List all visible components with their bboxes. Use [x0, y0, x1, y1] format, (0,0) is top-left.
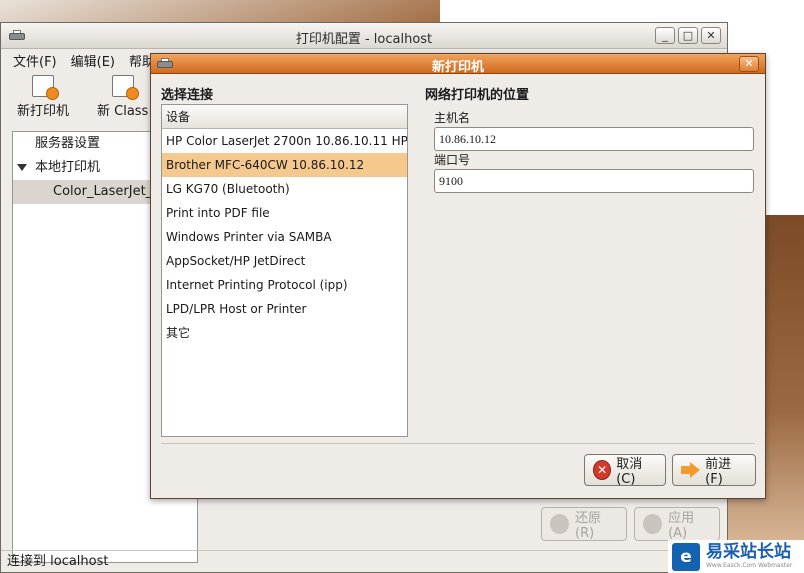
device-row[interactable]: Windows Printer via SAMBA	[162, 225, 407, 249]
device-row[interactable]: 其它	[162, 321, 407, 345]
maximize-button[interactable]: □	[678, 27, 698, 44]
apply-label: 应用(A)	[668, 511, 695, 541]
apply-check-icon	[643, 514, 663, 534]
new-class-button[interactable]: 新 Class	[97, 75, 148, 119]
menu-edit[interactable]: 编辑(E)	[71, 51, 115, 70]
dialog-close-button[interactable]: ✕	[739, 56, 759, 72]
port-input[interactable]: 9100	[434, 169, 754, 193]
port-label: 端口号	[434, 153, 471, 167]
device-column-header[interactable]: 设备	[162, 105, 407, 129]
watermark-text: 易采站长站 Www.Easck.Com Webmaster	[706, 543, 792, 570]
window-controls: _ □ ✕	[655, 27, 721, 44]
close-button[interactable]: ✕	[701, 27, 721, 44]
revert-icon	[550, 514, 570, 534]
new-printer-dialog: 新打印机 ✕ 选择连接 设备 HP Color LaserJet 2700n 1…	[150, 53, 766, 499]
revert-button[interactable]: 还原(R)	[541, 507, 627, 541]
watermark: e 易采站长站 Www.Easck.Com Webmaster	[668, 540, 804, 573]
forward-arrow-icon	[681, 462, 701, 478]
select-connection-heading: 选择连接	[161, 88, 214, 103]
revert-label: 还原(R)	[575, 511, 602, 541]
cancel-button[interactable]: ✕ 取消(C)	[584, 454, 666, 487]
device-row-selected[interactable]: Brother MFC-640CW 10.86.10.12	[162, 153, 407, 177]
expander-down-icon[interactable]	[17, 164, 27, 171]
device-row[interactable]: HP Color LaserJet 2700n 10.86.10.11 HPLI…	[162, 129, 407, 153]
new-printer-icon	[32, 75, 59, 100]
forward-label: 前进(F)	[705, 457, 732, 487]
menu-file[interactable]: 文件(F)	[13, 51, 57, 70]
minimize-button[interactable]: _	[655, 27, 675, 44]
dialog-title: 新打印机	[431, 60, 484, 75]
watermark-subtitle: Www.Easck.Com Webmaster	[706, 562, 793, 569]
new-printer-label: 新打印机	[17, 104, 70, 119]
forward-button[interactable]: 前进(F)	[672, 454, 756, 487]
button-separator	[161, 443, 755, 444]
apply-button[interactable]: 应用(A)	[634, 507, 720, 541]
host-label: 主机名	[434, 111, 471, 125]
dialog-titlebar[interactable]: 新打印机 ✕	[151, 54, 765, 75]
host-input[interactable]: 10.86.10.12	[434, 127, 754, 151]
cancel-label: 取消(C)	[616, 457, 643, 487]
device-list[interactable]: 设备 HP Color LaserJet 2700n 10.86.10.11 H…	[161, 104, 408, 437]
device-row[interactable]: Internet Printing Protocol (ipp)	[162, 273, 407, 297]
new-class-label: 新 Class	[97, 104, 149, 119]
device-row[interactable]: Print into PDF file	[162, 201, 407, 225]
status-bar: 连接到 localhost	[1, 550, 727, 572]
tree-item-label: 本地打印机	[35, 160, 101, 175]
new-class-icon	[111, 75, 139, 100]
new-printer-button[interactable]: 新打印机	[17, 75, 69, 119]
watermark-logo-icon: e	[672, 542, 700, 571]
device-row[interactable]: LPD/LPR Host or Printer	[162, 297, 407, 321]
watermark-title: 易采站长站	[706, 542, 791, 562]
network-location-heading: 网络打印机的位置	[425, 88, 530, 103]
main-titlebar[interactable]: 打印机配置 - localhost _ □ ✕	[1, 23, 727, 49]
device-row[interactable]: LG KG70 (Bluetooth)	[162, 177, 407, 201]
main-window-title: 打印机配置 - localhost	[295, 32, 433, 47]
device-row[interactable]: AppSocket/HP JetDirect	[162, 249, 407, 273]
cancel-icon: ✕	[593, 460, 612, 480]
